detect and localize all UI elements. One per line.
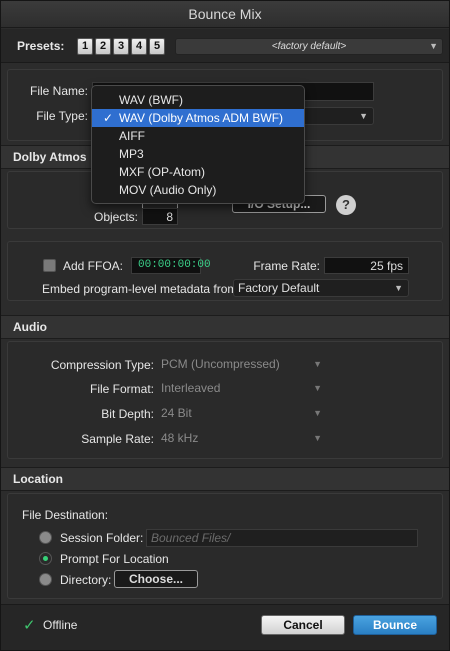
sample-rate-label: Sample Rate: — [81, 432, 154, 446]
sample-rate-select[interactable]: 48 kHz ▼ — [156, 429, 328, 447]
presets-bar: Presets: 1 2 3 4 5 <factory default> ▼ — [1, 29, 449, 63]
menu-item-label: MOV (Audio Only) — [119, 183, 217, 197]
file-format-value: Interleaved — [161, 381, 221, 395]
prompt-for-location-label: Prompt For Location — [60, 552, 169, 566]
menu-item-label: AIFF — [119, 129, 145, 143]
chevron-down-icon: ▼ — [313, 383, 322, 393]
embed-metadata-label: Embed program-level metadata from: — [42, 282, 241, 296]
bounce-button[interactable]: Bounce — [353, 615, 437, 635]
add-ffoa-checkbox[interactable] — [43, 259, 56, 272]
compression-type-select[interactable]: PCM (Uncompressed) ▼ — [156, 355, 328, 373]
bit-depth-label: Bit Depth: — [101, 407, 154, 421]
chevron-down-icon: ▼ — [394, 283, 403, 293]
directory-label: Directory: — [60, 573, 112, 587]
menu-item-label: WAV (BWF) — [119, 93, 183, 107]
file-type-label: File Type: — [36, 109, 88, 123]
cancel-button[interactable]: Cancel — [261, 615, 345, 635]
chevron-down-icon: ▼ — [313, 359, 322, 369]
embed-metadata-select[interactable]: Factory Default ▼ — [233, 279, 409, 297]
audio-panel: Compression Type: PCM (Uncompressed) ▼ F… — [7, 341, 443, 459]
menu-item-mp3[interactable]: MP3 — [92, 145, 304, 163]
help-icon[interactable]: ? — [336, 195, 356, 215]
bit-depth-select[interactable]: 24 Bit ▼ — [156, 404, 328, 422]
menu-item-aiff[interactable]: AIFF — [92, 127, 304, 145]
menu-item-label: WAV (Dolby Atmos ADM BWF) — [119, 111, 284, 125]
objects-value[interactable]: 8 — [142, 208, 178, 225]
chevron-down-icon: ▼ — [359, 111, 368, 121]
directory-radio[interactable] — [39, 573, 52, 586]
sample-rate-value: 48 kHz — [161, 431, 199, 445]
chevron-down-icon: ▼ — [313, 433, 322, 443]
file-destination-label: File Destination: — [22, 508, 109, 522]
menu-item-mov-audio-only[interactable]: MOV (Audio Only) — [92, 181, 304, 199]
offline-label: Offline — [43, 618, 78, 632]
file-type-menu: WAV (BWF) ✓ WAV (Dolby Atmos ADM BWF) AIF… — [91, 85, 305, 204]
chevron-down-icon: ▼ — [313, 408, 322, 418]
session-folder-input[interactable]: Bounced Files/ — [146, 529, 418, 547]
ffoa-timecode-field[interactable]: 00:00:00:00 — [131, 257, 211, 274]
bit-depth-value: 24 Bit — [161, 406, 192, 420]
file-name-label: File Name: — [29, 84, 88, 98]
prompt-for-location-radio[interactable] — [39, 552, 52, 565]
checkmark-icon: ✓ — [103, 111, 114, 125]
preset-button-5[interactable]: 5 — [149, 38, 165, 55]
location-panel: File Destination: Session Folder: Bounce… — [7, 493, 443, 599]
location-header: Location — [1, 467, 449, 491]
dolby-atmos-options-panel: Add FFOA: 00:00:00:00 Frame Rate: 25 fps… — [7, 241, 443, 301]
menu-item-mxf-op-atom[interactable]: MXF (OP-Atom) — [92, 163, 304, 181]
offline-check-icon[interactable]: ✓ — [23, 616, 36, 634]
frame-rate-value[interactable]: 25 fps — [324, 257, 409, 274]
preset-button-4[interactable]: 4 — [131, 38, 147, 55]
menu-item-label: MXF (OP-Atom) — [119, 165, 205, 179]
menu-item-wav-dolby-atmos-adm-bwf[interactable]: ✓ WAV (Dolby Atmos ADM BWF) — [92, 109, 304, 127]
preset-button-3[interactable]: 3 — [113, 38, 129, 55]
window-title: Bounce Mix — [1, 1, 449, 28]
compression-type-label: Compression Type: — [50, 358, 154, 372]
objects-label: Objects: — [94, 210, 139, 224]
bounce-mix-dialog: Bounce Mix Presets: 1 2 3 4 5 <factory d… — [0, 0, 450, 651]
chevron-down-icon: ▼ — [429, 41, 438, 51]
audio-header: Audio — [1, 315, 449, 339]
menu-item-label: MP3 — [119, 147, 144, 161]
dialog-footer: ✓ Offline Cancel Bounce — [1, 604, 449, 650]
file-format-select[interactable]: Interleaved ▼ — [156, 379, 328, 397]
preset-button-1[interactable]: 1 — [77, 38, 93, 55]
add-ffoa-label: Add FFOA: — [63, 259, 124, 273]
preset-select-value: <factory default> — [271, 41, 347, 52]
session-folder-radio[interactable] — [39, 531, 52, 544]
choose-directory-button[interactable]: Choose... — [114, 570, 198, 588]
menu-item-wav-bwf[interactable]: WAV (BWF) — [92, 91, 304, 109]
embed-metadata-value: Factory Default — [238, 281, 320, 295]
frame-rate-label: Frame Rate: — [253, 259, 320, 273]
preset-button-2[interactable]: 2 — [95, 38, 111, 55]
preset-select[interactable]: <factory default> ▼ — [175, 38, 443, 55]
file-format-label: File Format: — [89, 382, 154, 396]
session-folder-label: Session Folder: — [60, 531, 144, 545]
presets-label: Presets: — [17, 39, 65, 53]
compression-type-value: PCM (Uncompressed) — [161, 357, 280, 371]
